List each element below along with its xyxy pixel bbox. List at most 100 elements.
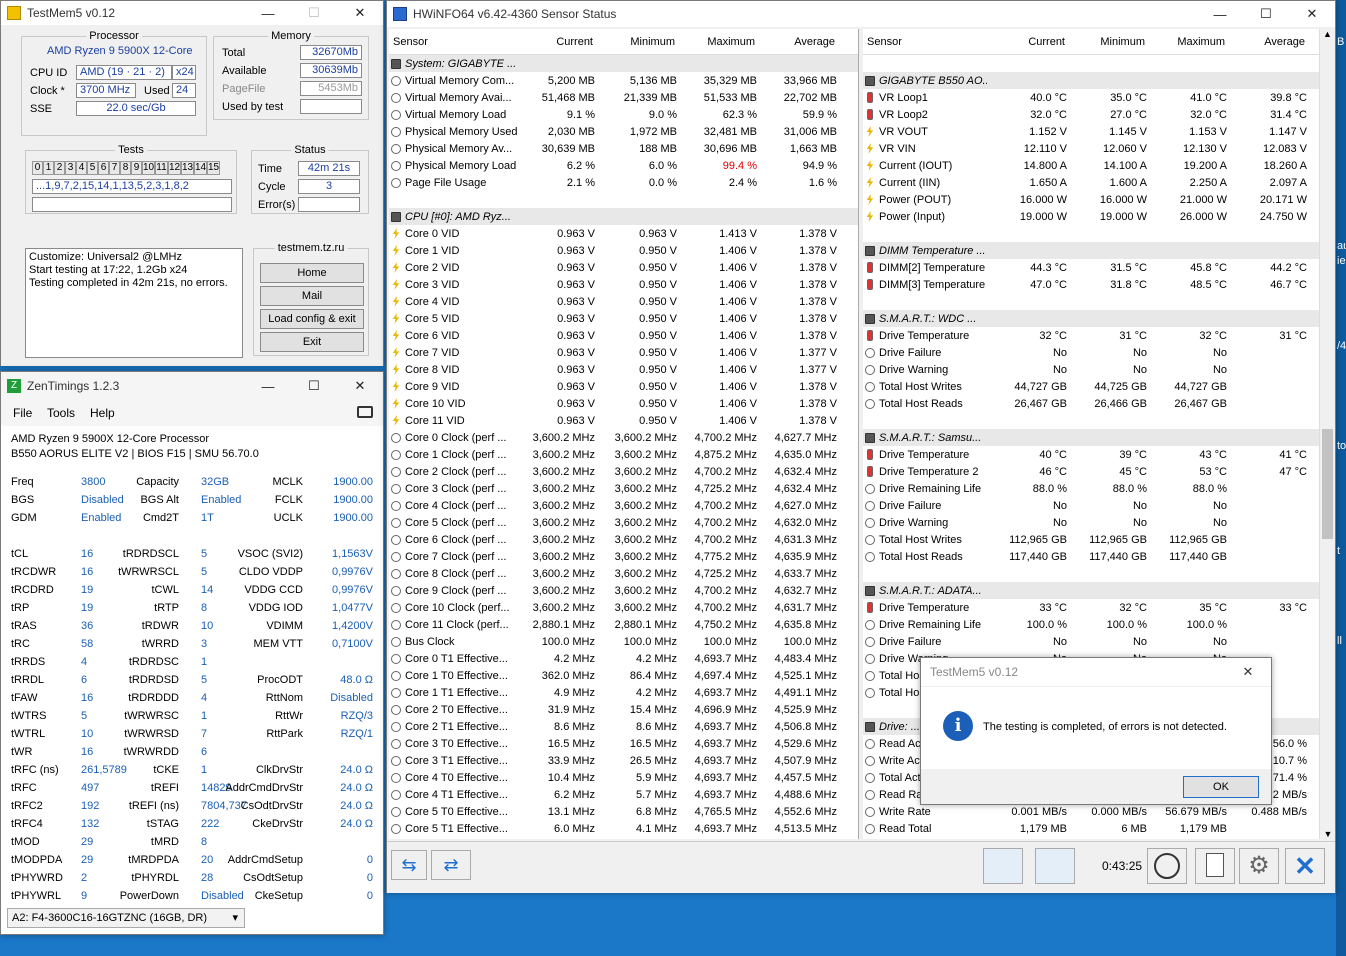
sensor-row[interactable]: Physical Memory Load 6.2 % 6.0 % 99.4 % 94.9… [389,157,858,174]
sensor-row[interactable]: Virtual Memory Avai... 51,468 MB 21,339 MB… [389,89,858,106]
sensor-row[interactable]: Core 2 Clock (perf ... 3,600.2 MHz 3,600.2… [389,463,858,480]
sensor-row[interactable]: VR VIN 12.110 V 12.060 V 12.130 V 12.083 V [863,140,1319,157]
sensor-row[interactable]: Core 11 Clock (perf... 2,880.1 MHz 2,880.1… [389,616,858,633]
sensor-row[interactable]: Drive Temperature 40 °C 39 °C 43 °C 41 °C [863,446,1319,463]
sensor-row[interactable]: Physical Memory Av... 30,639 MB 188 MB 30,6… [389,140,858,157]
log-box[interactable]: Customize: Universal2 @LMHz Start testin… [25,248,243,358]
sensor-row[interactable]: Core 4 Clock (perf ... 3,600.2 MHz 3,600.2… [389,497,858,514]
close-button[interactable]: ✕ [337,374,383,398]
sensor-row[interactable]: Core 7 Clock (perf ... 3,600.2 MHz 3,600.2… [389,548,858,565]
sensor-row[interactable]: Core 1 T1 Effective... 4.9 MHz 4.2 MHz 4,69… [389,684,858,701]
sensor-row[interactable]: Core 1 Clock (perf ... 3,600.2 MHz 3,600.2… [389,446,858,463]
sensor-row[interactable]: Core 1 VID 0.963 V 0.950 V 1.406 V 1.378 V [389,242,858,259]
sensor-row[interactable]: Core 2 VID 0.963 V 0.950 V 1.406 V 1.378 V [389,259,858,276]
sensor-row[interactable]: DIMM[3] Temperature 47.0 °C 31.8 °C 48.5 °C… [863,276,1319,293]
sensor-row[interactable]: Core 4 T0 Effective... 10.4 MHz 5.9 MHz 4,6… [389,769,858,786]
column-header-maximum[interactable]: Maximum [681,36,761,48]
sensor-row[interactable]: Power (POUT) 16.000 W 16.000 W 21.000 W 20.1… [863,191,1319,208]
sensor-row[interactable]: Drive Temperature 2 46 °C 45 °C 53 °C 47 °C [863,463,1319,480]
sensor-row[interactable]: VR Loop2 32.0 °C 27.0 °C 32.0 °C 31.4 °C [863,106,1319,123]
sensor-row[interactable]: Core 0 Clock (perf ... 3,600.2 MHz 3,600.2… [389,429,858,446]
sensor-row[interactable]: Total Host Writes 44,727 GB 44,725 GB 44,72… [863,378,1319,395]
sensor-row[interactable]: Core 7 VID 0.963 V 0.950 V 1.406 V 1.377 V [389,344,858,361]
sensor-row[interactable]: Drive Temperature 32 °C 31 °C 32 °C 31 °C [863,327,1319,344]
expand-arrows-icon[interactable]: ⇆ [391,850,427,880]
sensor-row[interactable]: Core 0 VID 0.963 V 0.963 V 1.413 V 1.378 V [389,225,858,242]
scroll-down-icon[interactable]: ▼ [1320,829,1336,839]
mail-button[interactable]: Mail [260,286,364,306]
table-header[interactable]: Sensor Current Minimum Maximum Average [863,29,1319,55]
sensor-row[interactable]: Core 3 Clock (perf ... 3,600.2 MHz 3,600.2… [389,480,858,497]
sensor-row[interactable]: Write Rate 0.001 MB/s 0.000 MB/s 56.679 MB/… [863,803,1319,820]
dialog-titlebar[interactable]: TestMem5 v0.12 ✕ [921,658,1271,686]
sensor-row[interactable]: Core 5 VID 0.963 V 0.950 V 1.406 V 1.378 V [389,310,858,327]
zentimings-titlebar[interactable]: Z ZenTimings 1.2.3 — ☐ ✕ [1,372,383,400]
sensor-row[interactable]: Core 8 VID 0.963 V 0.950 V 1.406 V 1.377 V [389,361,858,378]
sensor-row[interactable]: Read Total 1,179 MB 6 MB 1,179 MB [863,820,1319,837]
sensor-row[interactable]: Core 6 VID 0.963 V 0.950 V 1.406 V 1.378 V [389,327,858,344]
column-header-current[interactable]: Current [987,36,1071,48]
sensor-group-row[interactable]: S.M.A.R.T.: WDC ... [863,310,1319,327]
sensor-row[interactable]: Core 1 T0 Effective... 362.0 MHz 86.4 MHz 4… [389,667,858,684]
sensor-row[interactable]: Core 10 VID 0.963 V 0.950 V 1.406 V 1.378 V [389,395,858,412]
sensor-row[interactable]: Drive Failure No No No [863,497,1319,514]
menu-tools[interactable]: Tools [47,406,75,420]
scroll-thumb[interactable] [1322,429,1333,539]
close-button[interactable]: ✕ [337,1,383,25]
menu-file[interactable]: File [13,406,32,420]
maximize-button[interactable]: ☐ [1243,2,1289,26]
clock-icon[interactable] [1147,848,1187,884]
home-button[interactable]: Home [260,263,364,283]
sensor-row[interactable]: Drive Temperature 33 °C 32 °C 35 °C 33 °C [863,599,1319,616]
column-header-sensor[interactable]: Sensor [863,36,987,48]
menu-help[interactable]: Help [90,406,115,420]
collapse-arrows-icon[interactable]: ⇄ [431,850,471,880]
sensor-row[interactable]: Core 5 T1 Effective... 6.0 MHz 4.1 MHz 4,69… [389,820,858,837]
maximize-button[interactable]: ☐ [291,1,337,25]
sensor-row[interactable]: Drive Warning No No No [863,514,1319,531]
sensor-row[interactable]: Core 4 VID 0.963 V 0.950 V 1.406 V 1.378 V [389,293,858,310]
minimize-button[interactable]: — [1197,2,1243,26]
sensor-row[interactable]: Core 4 T1 Effective... 6.2 MHz 5.7 MHz 4,69… [389,786,858,803]
column-header-average[interactable]: Average [1231,36,1311,48]
column-header-sensor[interactable]: Sensor [389,36,517,48]
column-header-current[interactable]: Current [517,36,599,48]
sensor-row[interactable]: Total Host Reads 26,467 GB 26,466 GB 26,467… [863,395,1319,412]
network-icon[interactable] [1035,848,1075,884]
column-header-average[interactable]: Average [761,36,841,48]
dimm-select[interactable]: A2: F4-3600C16-16GTZNC (16GB, DR) ▾ [7,908,245,928]
sensor-row[interactable]: Core 0 T1 Effective... 4.2 MHz 4.2 MHz 4,69… [389,650,858,667]
sensor-group-row[interactable]: GIGABYTE B550 AO... [863,72,1319,89]
load-config-button[interactable]: Load config & exit [260,309,364,329]
camera-icon[interactable] [357,406,373,418]
sensor-row[interactable]: Power (Input) 19.000 W 19.000 W 26.000 W 24.… [863,208,1319,225]
column-header-minimum[interactable]: Minimum [599,36,681,48]
sensor-row[interactable]: Page File Usage 2.1 % 0.0 % 2.4 % 1.6 % [389,174,858,191]
sensor-row[interactable]: Core 5 T0 Effective... 13.1 MHz 6.8 MHz 4,7… [389,803,858,820]
minimize-button[interactable]: — [245,1,291,25]
testmem-titlebar[interactable]: TestMem5 v0.12 — ☐ ✕ [1,1,383,25]
sensor-row[interactable]: Current (IIN) 1.650 A 1.600 A 2.250 A 2.097 … [863,174,1319,191]
sensor-group-row[interactable]: System: GIGABYTE ... [389,55,858,72]
sensor-row[interactable]: Core 3 T1 Effective... 33.9 MHz 26.5 MHz 4,… [389,752,858,769]
sensor-row[interactable]: Drive Failure No No No [863,344,1319,361]
sensor-row[interactable]: Virtual Memory Load 9.1 % 9.0 % 62.3 % 59.9 … [389,106,858,123]
sensor-row[interactable]: Drive Remaining Life 88.0 % 88.0 % 88.0 % [863,480,1319,497]
monitor-icon[interactable] [983,848,1023,884]
close-x-icon[interactable]: ✕ [1285,848,1325,884]
sensor-row[interactable]: Total Host Writes 112,965 GB 112,965 GB 112… [863,531,1319,548]
sensor-row[interactable]: Core 10 Clock (perf... 3,600.2 MHz 3,600.2… [389,599,858,616]
sensor-group-row[interactable]: S.M.A.R.T.: ADATA... [863,582,1319,599]
sensor-row[interactable]: Physical Memory Used 2,030 MB 1,972 MB 32,4… [389,123,858,140]
sensor-row[interactable]: Core 2 T1 Effective... 8.6 MHz 8.6 MHz 4,69… [389,718,858,735]
sensor-row[interactable]: VR VOUT 1.152 V 1.145 V 1.153 V 1.147 V [863,123,1319,140]
sensor-row[interactable]: Core 9 VID 0.963 V 0.950 V 1.406 V 1.378 V [389,378,858,395]
maximize-button[interactable]: ☐ [291,374,337,398]
close-button[interactable]: ✕ [1289,2,1335,26]
sensor-row[interactable]: Drive Remaining Life 100.0 % 100.0 % 100.0 … [863,616,1319,633]
minimize-button[interactable]: — [245,374,291,398]
column-header-minimum[interactable]: Minimum [1071,36,1151,48]
exit-button[interactable]: Exit [260,332,364,352]
sensor-row[interactable]: Core 8 Clock (perf ... 3,600.2 MHz 3,600.2… [389,565,858,582]
column-header-maximum[interactable]: Maximum [1151,36,1231,48]
